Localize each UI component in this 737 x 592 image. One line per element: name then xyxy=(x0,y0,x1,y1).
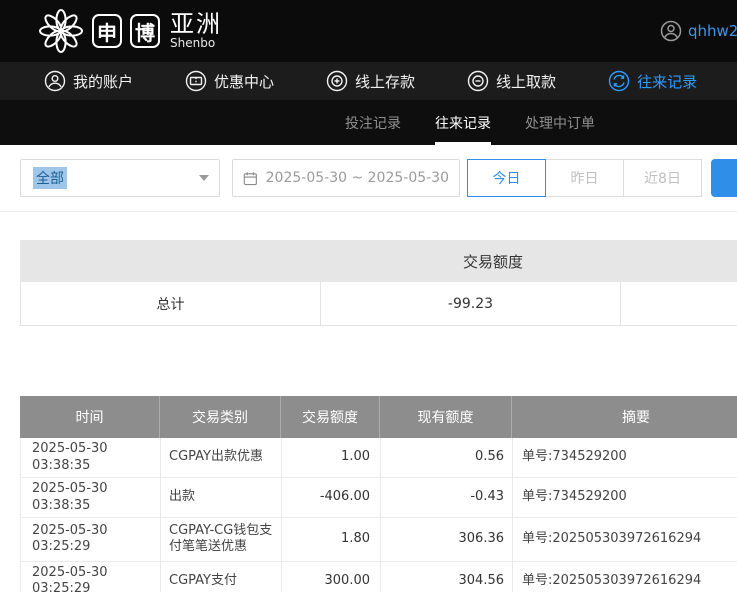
cell-amount: 1.00 xyxy=(282,438,381,477)
tab-pending-orders[interactable]: 处理中订单 xyxy=(525,100,595,145)
deposit-icon xyxy=(326,70,348,92)
cell-time: 2025-05-30 03:25:29 xyxy=(21,562,161,592)
nav-item-withdraw[interactable]: 线上取款 xyxy=(467,70,556,92)
user-avatar-icon xyxy=(660,20,682,42)
tab-bet-records[interactable]: 投注记录 xyxy=(345,100,401,145)
category-select-value: 全部 xyxy=(33,167,67,189)
user-account-button[interactable]: qhhw2 xyxy=(660,20,737,42)
filter-bar: 全部 2025-05-30 ~ 2025-05-30 今日 昨日 近8日 xyxy=(0,145,737,212)
quick-date-buttons: 今日 昨日 近8日 xyxy=(468,159,702,197)
summary-table: 交易额度 总计 -99.23 xyxy=(20,240,737,326)
calendar-icon xyxy=(243,170,258,187)
nav-item-records[interactable]: 往来记录 xyxy=(608,70,697,92)
username-label: qhhw2 xyxy=(688,22,737,40)
page: 申 博 亚洲 Shenbo qhhw2 我的账户 xyxy=(0,0,737,592)
chevron-down-icon xyxy=(199,175,209,181)
brand-char-box: 申 xyxy=(92,14,122,48)
date-range-value: 2025-05-30 ~ 2025-05-30 xyxy=(266,170,449,186)
brand-region: 亚洲 Shenbo xyxy=(170,12,222,50)
column-header-balance: 现有额度 xyxy=(380,396,512,438)
column-header-memo: 摘要 xyxy=(512,396,737,438)
cell-amount: 1.80 xyxy=(282,518,381,561)
cell-time: 2025-05-30 03:38:35 xyxy=(21,438,161,477)
cell-time: 2025-05-30 03:38:35 xyxy=(21,478,161,517)
flower-logo-icon xyxy=(38,8,84,54)
column-header-amount: 交易额度 xyxy=(281,396,380,438)
tab-transaction-records[interactable]: 往来记录 xyxy=(435,100,491,145)
cell-memo: 单号:734529200 xyxy=(513,478,737,517)
search-button[interactable] xyxy=(711,159,737,197)
cell-memo: 单号:202505303972616294 xyxy=(513,562,737,592)
brand-logo[interactable]: 申 博 亚洲 Shenbo xyxy=(38,8,222,54)
brand-region-text: 亚洲 xyxy=(170,12,222,37)
cell-type: 出款 xyxy=(161,478,282,517)
cell-time: 2025-05-30 03:25:29 xyxy=(21,518,161,561)
summary-header: 交易额度 xyxy=(20,240,737,282)
nav-item-label: 优惠中心 xyxy=(214,71,274,92)
account-icon xyxy=(44,70,66,92)
summary-total-value: -99.23 xyxy=(321,282,621,325)
cell-balance: 304.56 xyxy=(381,562,513,592)
column-header-time: 时间 xyxy=(20,396,160,438)
table-row: 2025-05-30 03:25:29 CGPAY-CG钱包支付笔笔送优惠 1.… xyxy=(20,518,737,562)
summary-row: 总计 -99.23 xyxy=(20,282,737,326)
date-range-input[interactable]: 2025-05-30 ~ 2025-05-30 xyxy=(232,159,460,197)
nav-item-label: 往来记录 xyxy=(637,71,697,92)
record-tabs: 投注记录 往来记录 处理中订单 xyxy=(0,100,737,145)
nav-item-my-account[interactable]: 我的账户 xyxy=(44,70,133,92)
brand-char-box: 博 xyxy=(130,14,160,48)
withdraw-icon xyxy=(467,70,489,92)
table-row: 2025-05-30 03:25:29 CGPAY支付 300.00 304.5… xyxy=(20,562,737,592)
category-select[interactable]: 全部 xyxy=(20,159,220,197)
top-header: 申 博 亚洲 Shenbo qhhw2 xyxy=(0,0,737,62)
promotions-icon xyxy=(185,70,207,92)
table-row: 2025-05-30 03:38:35 出款 -406.00 -0.43 单号:… xyxy=(20,478,737,518)
last-8-days-button[interactable]: 近8日 xyxy=(623,159,702,197)
column-header-type: 交易类别 xyxy=(160,396,281,438)
nav-item-label: 线上取款 xyxy=(496,71,556,92)
cell-balance: 306.36 xyxy=(381,518,513,561)
cell-type: CGPAY支付 xyxy=(161,562,282,592)
table-row: 2025-05-30 03:38:35 CGPAY出款优惠 1.00 0.56 … xyxy=(20,438,737,478)
brand-subtitle: Shenbo xyxy=(170,37,222,50)
yesterday-button[interactable]: 昨日 xyxy=(545,159,624,197)
nav-item-label: 我的账户 xyxy=(73,71,133,92)
cell-type: CGPAY出款优惠 xyxy=(161,438,282,477)
cell-balance: -0.43 xyxy=(381,478,513,517)
transactions-table: 时间 交易类别 交易额度 现有额度 摘要 2025-05-30 03:38:35… xyxy=(20,396,737,592)
cell-balance: 0.56 xyxy=(381,438,513,477)
cell-memo: 单号:734529200 xyxy=(513,438,737,477)
table-header-row: 时间 交易类别 交易额度 现有额度 摘要 xyxy=(20,396,737,438)
today-button[interactable]: 今日 xyxy=(467,159,546,197)
records-icon xyxy=(608,70,630,92)
nav-item-deposit[interactable]: 线上存款 xyxy=(326,70,415,92)
nav-item-promotions[interactable]: 优惠中心 xyxy=(185,70,274,92)
summary-empty-cell xyxy=(621,282,737,325)
cell-amount: -406.00 xyxy=(282,478,381,517)
main-nav: 我的账户 优惠中心 线上存款 线上取款 往来记录 xyxy=(0,62,737,100)
summary-total-label: 总计 xyxy=(21,282,321,325)
cell-memo: 单号:202505303972616294 xyxy=(513,518,737,561)
cell-type: CGPAY-CG钱包支付笔笔送优惠 xyxy=(161,518,282,561)
nav-item-label: 线上存款 xyxy=(355,71,415,92)
cell-amount: 300.00 xyxy=(282,562,381,592)
